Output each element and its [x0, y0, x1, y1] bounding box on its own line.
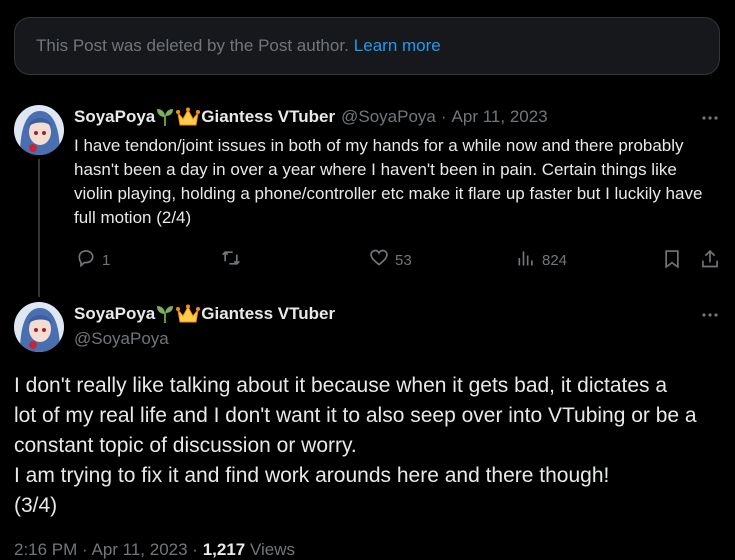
seedling-icon	[156, 107, 174, 127]
repost-button[interactable]	[220, 248, 248, 272]
post2-line: (3/4)	[14, 494, 58, 517]
deleted-post-notice: This Post was deleted by the Post author…	[14, 17, 720, 75]
post2-line: lot of my real life and I don't want it …	[14, 404, 697, 427]
post2-display-name[interactable]: SoyaPoya	[74, 304, 155, 324]
post2-meta: 2:16 PM · Apr 11, 2023 · 1,217 Views	[14, 540, 295, 560]
like-icon	[369, 248, 389, 272]
post1-name-suffix: Giantess VTuber	[201, 107, 336, 126]
reply-button[interactable]: 1	[76, 248, 110, 272]
learn-more-link[interactable]: Learn more	[354, 36, 441, 56]
post2-handle-row: @SoyaPoya	[74, 329, 169, 349]
post1-date[interactable]: Apr 11, 2023	[452, 107, 548, 127]
repost-icon	[220, 248, 242, 272]
more-icon[interactable]	[700, 305, 720, 325]
reply-count: 1	[102, 251, 111, 269]
post2-name-suffix: Giantess VTuber	[201, 304, 336, 323]
crown-icon	[176, 107, 201, 127]
post2-header: SoyaPoya Giantess VTuber	[74, 304, 335, 324]
views-icon	[516, 248, 536, 272]
share-icon	[700, 248, 720, 274]
like-count: 53	[395, 251, 412, 269]
post2-line: constant topic of discussion or worry.	[14, 434, 357, 457]
avatar[interactable]	[14, 302, 64, 352]
deleted-notice-text: This Post was deleted by the Post author…	[36, 36, 349, 55]
post1-header: SoyaPoya Giantess VTuber @SoyaPoya · Apr…	[74, 107, 548, 127]
post2-line: I am trying to fix it and find work arou…	[14, 464, 610, 487]
post2-text: I don't really like talking about it bec…	[14, 371, 726, 521]
avatar[interactable]	[14, 105, 64, 155]
share-button[interactable]	[700, 248, 720, 274]
thread-line	[38, 159, 40, 297]
reply-icon	[76, 248, 96, 272]
views-button[interactable]: 824	[516, 248, 567, 272]
post1-separator: ·	[440, 107, 447, 126]
post1-actions: 1 53 824	[0, 248, 735, 274]
post1-text: I have tendon/joint issues in both of my…	[74, 136, 703, 227]
post1-handle[interactable]: @SoyaPoya	[341, 107, 436, 127]
bookmark-button[interactable]	[662, 248, 682, 274]
views-count: 824	[542, 251, 568, 269]
bookmark-icon	[662, 248, 682, 274]
crown-icon	[176, 304, 201, 324]
post2-line: I don't really like talking about it bec…	[14, 374, 668, 397]
post1-display-name[interactable]: SoyaPoya	[74, 107, 155, 127]
post2-handle[interactable]: @SoyaPoya	[74, 329, 169, 349]
seedling-icon	[156, 304, 174, 324]
more-icon[interactable]	[700, 108, 720, 128]
like-button[interactable]: 53	[369, 248, 412, 272]
